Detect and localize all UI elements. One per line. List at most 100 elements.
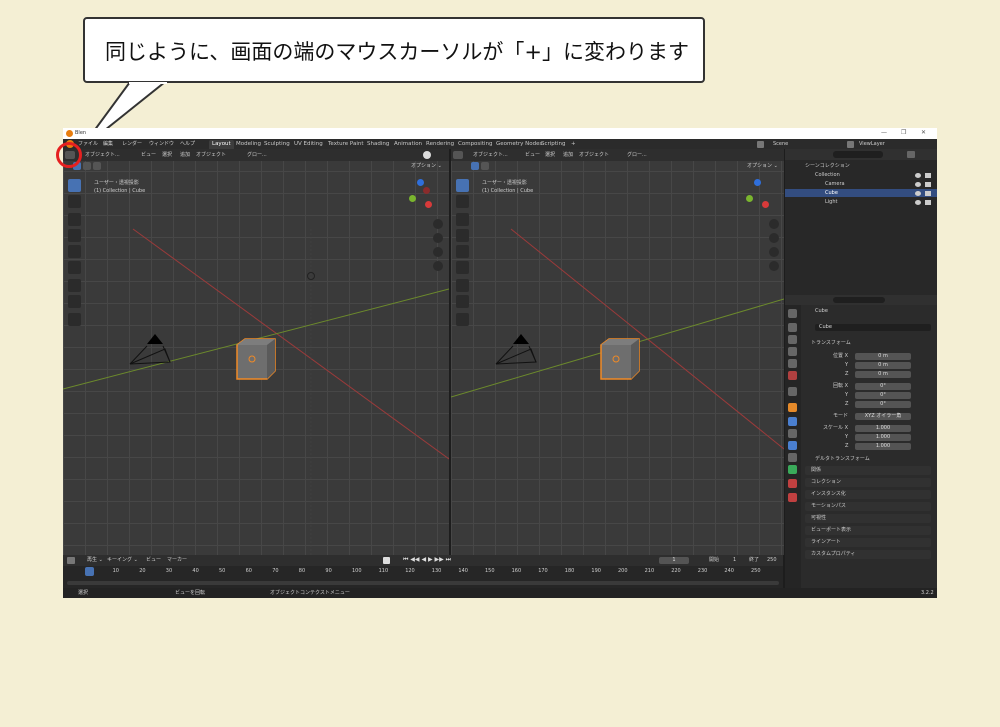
cube-object[interactable] [233, 337, 279, 383]
location-x-label: 位置 X [833, 353, 849, 359]
location-z-field[interactable]: 0 m [855, 371, 911, 378]
material-tab-icon[interactable] [788, 479, 797, 488]
minimize-button[interactable]: — [881, 130, 887, 136]
timeline-menu-marker[interactable]: マーカー [167, 558, 187, 563]
tab-texture-paint[interactable]: Texture Paint [325, 140, 367, 149]
tab-rendering[interactable]: Rendering [423, 140, 457, 149]
frame-tick-label: 170 [538, 568, 548, 574]
frame-tick-label: 50 [219, 568, 226, 574]
scale-z-field[interactable]: 1.000 [855, 443, 911, 450]
render-camera-icon[interactable] [925, 191, 931, 196]
cube-object[interactable] [597, 337, 643, 383]
visibility-eye-icon[interactable] [915, 191, 921, 196]
camera-object-icon[interactable] [125, 334, 185, 374]
tab-animation[interactable]: Animation [391, 140, 425, 149]
viewport-right[interactable]: オブジェクト... ビュー 選択 追加 オブジェクト グロー... オプション … [451, 149, 784, 555]
render-camera-icon[interactable] [925, 200, 931, 205]
end-frame-field[interactable]: 250 [767, 558, 777, 563]
transform-panel-header[interactable]: トランスフォーム [811, 341, 851, 346]
particles-tab-icon[interactable] [788, 429, 797, 438]
timeline-scrollbar[interactable] [67, 581, 779, 585]
light-object-icon[interactable] [307, 272, 315, 280]
constraints-tab-icon[interactable] [788, 453, 797, 462]
visibility-eye-icon[interactable] [915, 200, 921, 205]
panel-instancing[interactable]: インスタンス化 [805, 490, 931, 499]
timeline-editor-icon[interactable] [67, 557, 75, 564]
panel-motion-paths[interactable]: モーションパス [805, 502, 931, 511]
camera-object-icon[interactable] [491, 334, 551, 374]
tab-shading[interactable]: Shading [364, 140, 392, 149]
menu-help[interactable]: ヘルプ [180, 142, 195, 147]
output-tab-icon[interactable] [788, 335, 797, 344]
rotation-y-field[interactable]: 0° [855, 392, 911, 399]
current-frame-field[interactable]: 1 [659, 557, 689, 564]
world-tab-icon[interactable] [788, 371, 797, 380]
rotation-x-field[interactable]: 0° [855, 383, 911, 390]
record-button[interactable] [383, 557, 390, 564]
location-x-field[interactable]: 0 m [855, 353, 911, 360]
outliner-search-field[interactable] [833, 151, 883, 158]
menu-file[interactable]: ファイル [78, 142, 98, 147]
scale-y-field[interactable]: 1.000 [855, 434, 911, 441]
add-workspace-button[interactable]: + [568, 140, 579, 149]
outliner-item-light[interactable]: Light [825, 200, 837, 205]
close-button[interactable]: ✕ [921, 130, 926, 136]
object-tab-icon[interactable] [788, 403, 797, 412]
filter-icon[interactable] [907, 151, 915, 158]
tab-uv-editing[interactable]: UV Editing [291, 140, 326, 149]
tab-scripting[interactable]: Scripting [538, 140, 568, 149]
scene-collection-label[interactable]: シーンコレクション [805, 164, 850, 169]
rotation-mode-dropdown[interactable]: XYZ オイラー角 [855, 413, 911, 420]
rotation-z-field[interactable]: 0° [855, 401, 911, 408]
maximize-button[interactable]: ❐ [901, 130, 906, 136]
properties-search-field[interactable] [833, 297, 885, 303]
panel-visibility[interactable]: 可視性 [805, 514, 931, 523]
collection-label[interactable]: Collection [815, 173, 840, 178]
visibility-eye-icon[interactable] [915, 182, 921, 187]
timeline-menu-playback[interactable]: 再生 ⌄ [87, 558, 103, 563]
render-camera-icon[interactable] [925, 182, 931, 187]
object-name-field[interactable]: Cube [815, 324, 931, 331]
render-camera-icon[interactable] [925, 173, 931, 178]
texture-tab-icon[interactable] [788, 493, 797, 502]
frame-ruler[interactable]: 1102030405060708090100110120130140150160… [63, 567, 783, 577]
panel-viewport-display[interactable]: ビューポート表示 [805, 526, 931, 535]
tab-layout[interactable]: Layout [209, 140, 234, 149]
start-frame-label: 開始 [709, 557, 720, 563]
render-tab-icon[interactable] [788, 323, 797, 332]
tab-sculpting[interactable]: Sculpting [261, 140, 293, 149]
tool-tab-icon[interactable] [788, 309, 797, 318]
data-tab-icon[interactable] [788, 465, 797, 474]
playhead[interactable] [85, 567, 94, 576]
location-y-field[interactable]: 0 m [855, 362, 911, 369]
panel-line-art[interactable]: ラインアート [805, 538, 931, 547]
view-layer-selector[interactable]: ViewLayer [859, 142, 885, 147]
scene-tab-icon[interactable] [788, 359, 797, 368]
timeline[interactable]: 再生 ⌄ キーイング ⌄ ビュー マーカー ⏮ ◀◀ ◀ ▶ ▶▶ ⏭ 1 開始… [63, 555, 783, 588]
timeline-menu-view[interactable]: ビュー [146, 558, 161, 563]
menu-window[interactable]: ウィンドウ [149, 142, 174, 147]
modifier-tab-icon[interactable] [788, 417, 797, 426]
delta-transform-header[interactable]: デルタトランスフォーム [815, 457, 870, 462]
outliner-item-camera[interactable]: Camera [825, 182, 845, 187]
scale-x-field[interactable]: 1.000 [855, 425, 911, 432]
panel-custom-properties[interactable]: カスタムプロパティ [805, 550, 931, 559]
collection-tab-icon[interactable] [788, 387, 797, 396]
panel-relations[interactable]: 関係 [805, 466, 931, 475]
playback-controls[interactable]: ⏮ ◀◀ ◀ ▶ ▶▶ ⏭ [403, 557, 451, 563]
scene-selector[interactable]: Scene [773, 142, 788, 147]
outliner-item-cube[interactable]: Cube [825, 191, 838, 196]
tab-modeling[interactable]: Modeling [233, 140, 264, 149]
menu-edit[interactable]: 編集 [103, 142, 113, 147]
visibility-eye-icon[interactable] [915, 173, 921, 178]
panel-collections[interactable]: コレクション [805, 478, 931, 487]
frame-tick-label: 180 [564, 568, 575, 574]
menu-render[interactable]: レンダー [122, 142, 142, 147]
physics-tab-icon[interactable] [788, 441, 797, 450]
start-frame-field[interactable]: 1 [733, 558, 736, 563]
viewport-left[interactable]: オブジェクト... ビュー 選択 追加 オブジェクト グロー... オプション … [63, 149, 449, 555]
view-layer-tab-icon[interactable] [788, 347, 797, 356]
outliner-panel: シーンコレクション Collection Camera Cube Light [785, 149, 937, 295]
timeline-menu-keying[interactable]: キーイング ⌄ [107, 558, 138, 563]
tab-compositing[interactable]: Compositing [455, 140, 495, 149]
